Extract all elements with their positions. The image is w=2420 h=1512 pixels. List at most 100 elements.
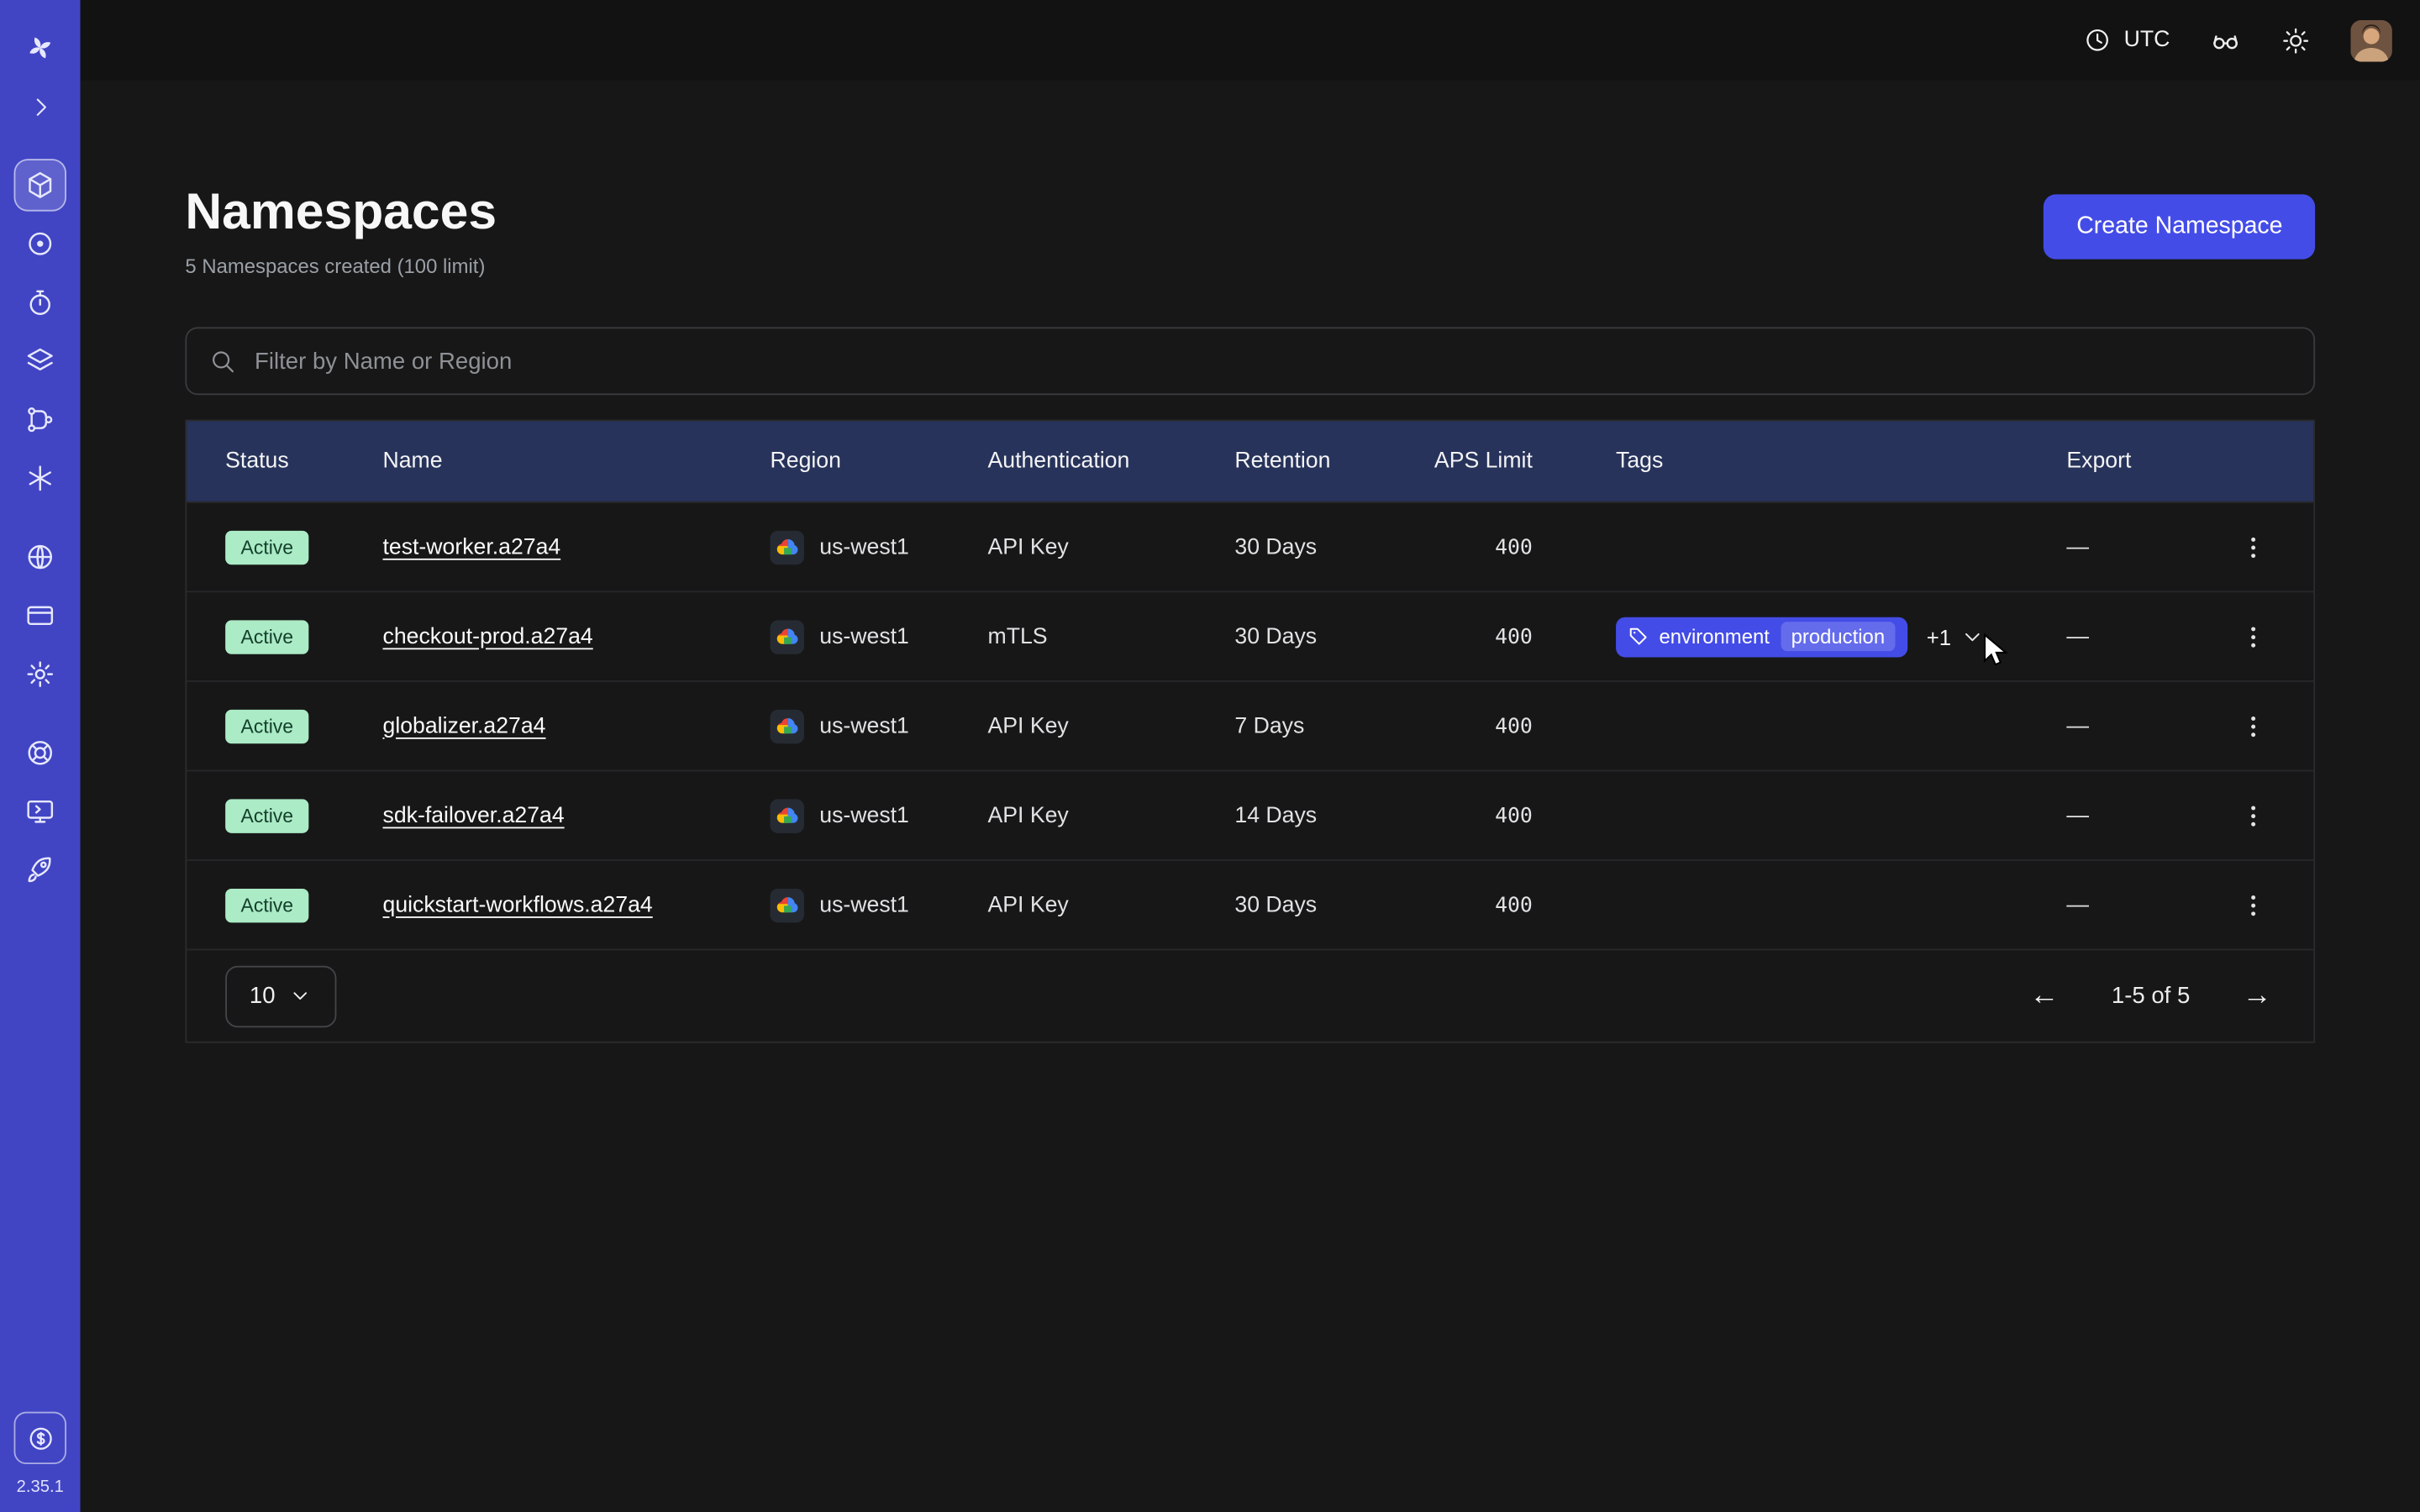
- actions-cell: [2193, 527, 2313, 567]
- retention-cell: 30 Days: [1196, 534, 1390, 559]
- gcp-cloud-icon: [771, 619, 804, 653]
- export-cell: —: [2028, 713, 2193, 738]
- region-label: us-west1: [819, 713, 909, 738]
- table-row: Active test-worker.a27a4 us-west1 API Ke…: [187, 501, 2313, 591]
- namespace-link[interactable]: checkout-prod.a27a4: [383, 624, 593, 648]
- table-footer: 10 ← 1-5 of 5 →: [187, 949, 2313, 1042]
- name-cell: checkout-prod.a27a4: [345, 624, 732, 648]
- gcp-cloud-icon: [771, 709, 804, 743]
- kebab-icon: [2239, 533, 2267, 561]
- timezone-display[interactable]: UTC: [2084, 26, 2170, 54]
- actions-cell: [2193, 885, 2313, 925]
- tag-icon: [1628, 627, 1649, 647]
- dollar-circle-icon: [25, 1423, 55, 1452]
- chevron-right-icon: [27, 93, 53, 119]
- gcp-cloud-icon: [771, 530, 804, 564]
- row-menu-button[interactable]: [2233, 527, 2274, 567]
- topbar: UTC: [81, 0, 2420, 81]
- table-row: Active checkout-prod.a27a4 us-west1 mTLS…: [187, 591, 2313, 680]
- sidebar-item-batch[interactable]: [14, 452, 66, 504]
- kebab-icon: [2239, 712, 2267, 740]
- tag-more-count: +1: [1927, 624, 1951, 648]
- target-icon: [24, 228, 55, 260]
- actions-cell: [2193, 795, 2313, 836]
- app-window: 2.35.1 UTC: [0, 0, 2420, 1512]
- sidebar-item-namespaces[interactable]: [14, 159, 66, 211]
- page-range-label: 1-5 of 5: [2112, 983, 2190, 1009]
- avatar[interactable]: [2350, 19, 2392, 61]
- namespace-link[interactable]: quickstart-workflows.a27a4: [383, 893, 653, 917]
- prev-page-button[interactable]: ←: [2027, 976, 2062, 1016]
- sidebar-item-billing[interactable]: [14, 590, 66, 642]
- glasses-button[interactable]: [2210, 24, 2241, 55]
- name-cell: quickstart-workflows.a27a4: [345, 893, 732, 917]
- create-namespace-button[interactable]: Create Namespace: [2044, 194, 2315, 259]
- aps-cell: 400: [1391, 803, 1577, 827]
- export-cell: —: [2028, 893, 2193, 917]
- sidebar-item-schedules[interactable]: [14, 276, 66, 328]
- avatar-photo: [2350, 19, 2392, 61]
- app-version: 2.35.1: [17, 1478, 64, 1497]
- sun-icon: [2281, 25, 2311, 55]
- header-export: Export: [2028, 449, 2193, 473]
- sidebar: 2.35.1: [0, 0, 81, 1512]
- namespace-link[interactable]: test-worker.a27a4: [383, 534, 561, 559]
- region-label: us-west1: [819, 803, 909, 827]
- export-cell: —: [2028, 534, 2193, 559]
- row-menu-button[interactable]: [2233, 795, 2274, 836]
- timezone-label: UTC: [2124, 28, 2170, 52]
- pagination: ← 1-5 of 5 →: [2027, 976, 2275, 1016]
- table-header-row: Status Name Region Authentication Retent…: [187, 421, 2313, 501]
- next-page-button[interactable]: →: [2239, 976, 2275, 1016]
- sidebar-item-usage[interactable]: [14, 1412, 66, 1464]
- sidebar-item-docs[interactable]: [14, 785, 66, 837]
- cube-icon: [24, 170, 55, 201]
- region-cell: us-west1: [732, 888, 950, 921]
- page-content: Namespaces 5 Namespaces created (100 lim…: [81, 81, 2420, 1512]
- table-row: Active globalizer.a27a4 us-west1 API Key…: [187, 680, 2313, 770]
- namespace-link[interactable]: sdk-failover.a27a4: [383, 803, 565, 827]
- table-row: Active quickstart-workflows.a27a4 us-wes…: [187, 859, 2313, 949]
- auth-cell: API Key: [950, 803, 1197, 827]
- page-size-select[interactable]: 10: [225, 965, 336, 1026]
- retention-cell: 14 Days: [1196, 803, 1390, 827]
- retention-cell: 30 Days: [1196, 893, 1390, 917]
- workflow-branch-icon: [24, 404, 55, 435]
- sidebar-item-regions[interactable]: [14, 531, 66, 583]
- status-badge: Active: [225, 619, 308, 653]
- sidebar-item-settings[interactable]: [14, 648, 66, 700]
- header-region: Region: [732, 449, 950, 473]
- header-retention: Retention: [1196, 449, 1390, 473]
- row-menu-button[interactable]: [2233, 885, 2274, 925]
- table-row: Active sdk-failover.a27a4 us-west1 API K…: [187, 770, 2313, 860]
- filter-input[interactable]: [251, 346, 2291, 375]
- chevron-down-icon: [289, 984, 313, 1008]
- status-badge: Active: [225, 799, 308, 832]
- kebab-icon: [2239, 801, 2267, 829]
- status-cell: Active: [187, 530, 344, 564]
- status-cell: Active: [187, 709, 344, 743]
- row-menu-button[interactable]: [2233, 617, 2274, 657]
- aps-cell: 400: [1391, 624, 1577, 648]
- sidebar-item-support[interactable]: [14, 727, 66, 779]
- tag-key: environment: [1659, 625, 1769, 648]
- kebab-icon: [2239, 622, 2267, 650]
- row-menu-button[interactable]: [2233, 706, 2274, 746]
- theme-toggle-button[interactable]: [2281, 25, 2311, 55]
- rocket-icon: [24, 855, 55, 886]
- app-logo[interactable]: [14, 22, 66, 74]
- chevron-down-icon: [1960, 624, 1985, 648]
- export-cell: —: [2028, 624, 2193, 648]
- sidebar-expand-button[interactable]: [14, 81, 66, 133]
- header-aps-limit: APS Limit: [1391, 449, 1577, 473]
- sidebar-item-deployments[interactable]: [14, 335, 66, 387]
- sidebar-item-getting-started[interactable]: [14, 844, 66, 896]
- region-label: us-west1: [819, 624, 909, 648]
- sidebar-item-workflows[interactable]: [14, 393, 66, 445]
- gcp-cloud-icon: [771, 799, 804, 832]
- sidebar-item-nexus[interactable]: [14, 218, 66, 270]
- asterisk-icon: [24, 463, 55, 494]
- name-cell: sdk-failover.a27a4: [345, 803, 732, 827]
- namespace-link[interactable]: globalizer.a27a4: [383, 713, 546, 738]
- tags-expand-button[interactable]: [1957, 621, 1988, 652]
